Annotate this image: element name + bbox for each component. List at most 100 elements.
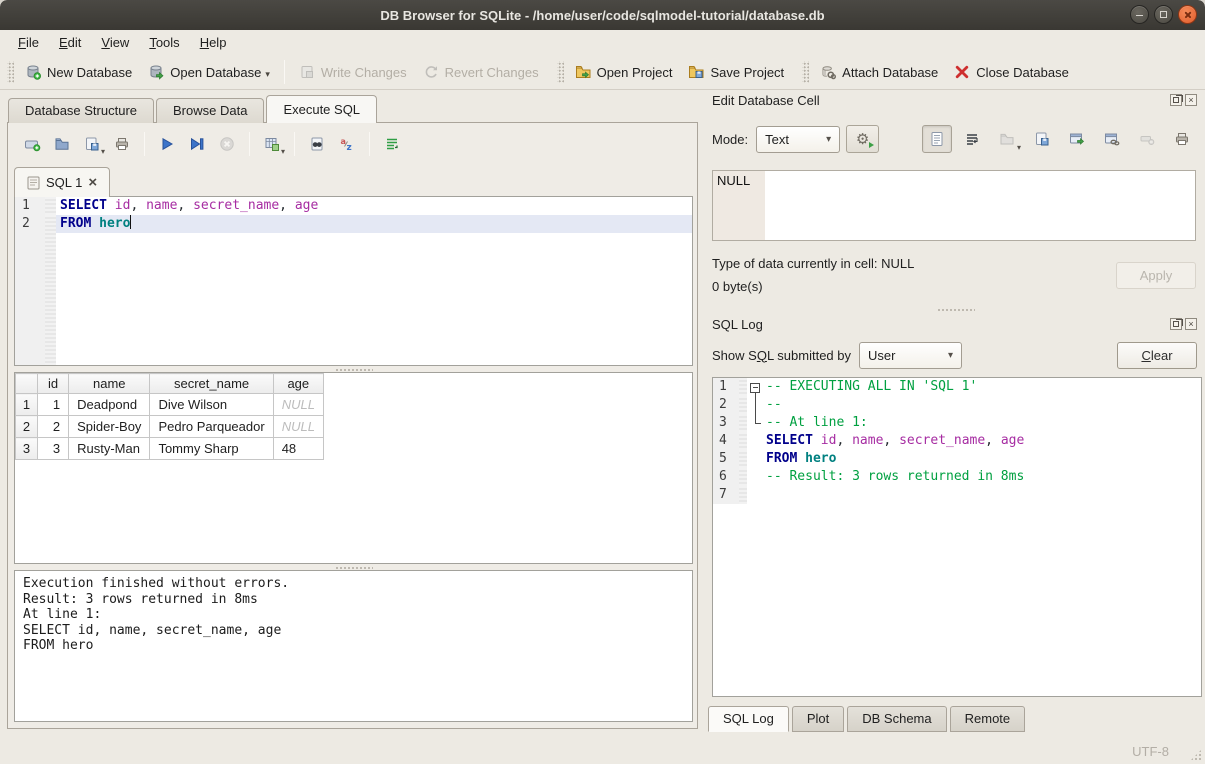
save-results-button[interactable]: ▾: [258, 131, 286, 157]
fold-margin: [739, 468, 747, 486]
line-number: 1: [15, 197, 45, 215]
table-cell[interactable]: Rusty-Man: [69, 438, 150, 460]
table-cell[interactable]: Dive Wilson: [150, 394, 273, 416]
fold-cell: [747, 396, 763, 414]
open-project-button[interactable]: Open Project: [567, 60, 681, 84]
save-sql-file-button[interactable]: ▾: [78, 131, 106, 157]
close-dock-icon[interactable]: ×: [1185, 318, 1197, 330]
column-header[interactable]: id: [38, 374, 69, 394]
gear-icon: ⚙: [856, 132, 869, 147]
table-corner[interactable]: [16, 374, 38, 394]
copy-link-button[interactable]: [1097, 125, 1127, 153]
close-dock-icon[interactable]: ×: [1185, 94, 1197, 106]
close-button[interactable]: [1178, 5, 1197, 24]
write-changes-button[interactable]: Write Changes: [291, 60, 415, 84]
toolbar-grip[interactable]: [802, 61, 809, 83]
save-sql-dropdown-icon[interactable]: ▾: [101, 147, 105, 156]
tab-db-schema[interactable]: DB Schema: [847, 706, 946, 732]
close-sql-tab-icon[interactable]: ×: [88, 175, 97, 190]
save-project-button[interactable]: Save Project: [680, 60, 792, 84]
tab-database-structure[interactable]: Database Structure: [8, 98, 154, 123]
sql-token: [797, 451, 805, 466]
text-mode-button[interactable]: [922, 125, 952, 153]
table-cell[interactable]: NULL: [273, 416, 323, 438]
fold-cell: [747, 414, 763, 432]
word-wrap-button[interactable]: [378, 131, 406, 157]
table-cell[interactable]: Pedro Parqueador: [150, 416, 273, 438]
revert-changes-button[interactable]: Revert Changes: [415, 60, 547, 84]
tab-remote[interactable]: Remote: [950, 706, 1026, 732]
menu-tools[interactable]: Tools: [139, 32, 189, 53]
open-in-external-button[interactable]: [1062, 125, 1092, 153]
menu-file[interactable]: File: [8, 32, 49, 53]
sql-1-tab[interactable]: SQL 1 ×: [14, 167, 110, 197]
clear-log-button[interactable]: Clear: [1117, 342, 1197, 369]
column-header[interactable]: secret_name: [150, 374, 273, 394]
word-wrap-cell-button[interactable]: [957, 125, 987, 153]
main-tab-bar: Database Structure Browse Data Execute S…: [8, 95, 379, 123]
print-cell-button[interactable]: [1167, 125, 1197, 153]
fold-margin: [739, 432, 747, 450]
table-cell[interactable]: NULL: [273, 394, 323, 416]
execute-all-button[interactable]: [153, 131, 181, 157]
menu-view[interactable]: View: [91, 32, 139, 53]
sql-token: -- At line 1:: [766, 415, 868, 430]
menu-edit[interactable]: Edit: [49, 32, 91, 53]
table-cell[interactable]: 2: [38, 416, 69, 438]
mode-select[interactable]: Text ▾: [756, 126, 840, 153]
auto-apply-button[interactable]: ⚙: [846, 125, 879, 153]
apply-button[interactable]: Apply: [1116, 262, 1196, 289]
dock-splitter[interactable]: [937, 308, 975, 311]
tab-execute-sql[interactable]: Execute SQL: [266, 95, 377, 123]
toolbar-grip[interactable]: [557, 61, 564, 83]
table-cell[interactable]: 3: [38, 438, 69, 460]
save-results-dropdown-icon[interactable]: ▾: [281, 147, 285, 156]
execute-current-line-button[interactable]: [183, 131, 211, 157]
sql-token: ,: [130, 198, 146, 213]
editor-line: 2FROM hero: [15, 215, 692, 233]
find-button[interactable]: [303, 131, 331, 157]
menu-help[interactable]: Help: [190, 32, 237, 53]
editor-empty-area[interactable]: [15, 233, 692, 365]
export-cell-data-button[interactable]: [1027, 125, 1057, 153]
toolbar-grip[interactable]: [7, 61, 14, 83]
tab-sql-log[interactable]: SQL Log: [708, 706, 789, 732]
table-cell[interactable]: Spider-Boy: [69, 416, 150, 438]
cell-value-editor[interactable]: NULL: [712, 170, 1196, 241]
sql-editor[interactable]: 1SELECT id, name, secret_name, age2FROM …: [14, 196, 693, 366]
new-sql-tab-button[interactable]: [18, 131, 46, 157]
row-header[interactable]: 3: [16, 438, 38, 460]
float-dock-icon[interactable]: [1170, 318, 1182, 330]
submitted-by-select[interactable]: User ▾: [859, 342, 962, 369]
set-null-button[interactable]: [1132, 125, 1162, 153]
row-header[interactable]: 1: [16, 394, 38, 416]
import-cell-data-button[interactable]: ▾: [992, 125, 1022, 153]
table-cell[interactable]: Deadpond: [69, 394, 150, 416]
print-button[interactable]: [108, 131, 136, 157]
table-cell[interactable]: Tommy Sharp: [150, 438, 273, 460]
maximize-button[interactable]: [1154, 5, 1173, 24]
column-header[interactable]: age: [273, 374, 323, 394]
fold-collapse-icon[interactable]: [747, 378, 763, 396]
attach-database-button[interactable]: Attach Database: [812, 60, 946, 84]
tab-browse-data[interactable]: Browse Data: [156, 98, 264, 123]
new-database-button[interactable]: New Database: [17, 60, 140, 84]
open-sql-file-button[interactable]: [48, 131, 76, 157]
tab-plot[interactable]: Plot: [792, 706, 844, 732]
table-cell[interactable]: 1: [38, 394, 69, 416]
open-database-dropdown-icon[interactable]: ▾: [265, 70, 270, 80]
minimize-button[interactable]: [1130, 5, 1149, 24]
editor-line: 1SELECT id, name, secret_name, age: [15, 197, 692, 215]
row-header[interactable]: 2: [16, 416, 38, 438]
open-database-button[interactable]: Open Database ▾: [140, 60, 278, 84]
close-database-button[interactable]: Close Database: [946, 60, 1077, 84]
table-row: 22Spider-BoyPedro ParqueadorNULL: [16, 416, 324, 438]
stop-button[interactable]: [213, 131, 241, 157]
new-database-icon: [25, 64, 41, 80]
table-cell[interactable]: 48: [273, 438, 323, 460]
column-header[interactable]: name: [69, 374, 150, 394]
sql-token: FROM: [60, 216, 91, 231]
format-sql-button[interactable]: az: [333, 131, 361, 157]
resize-grip[interactable]: [1190, 749, 1202, 761]
float-dock-icon[interactable]: [1170, 94, 1182, 106]
